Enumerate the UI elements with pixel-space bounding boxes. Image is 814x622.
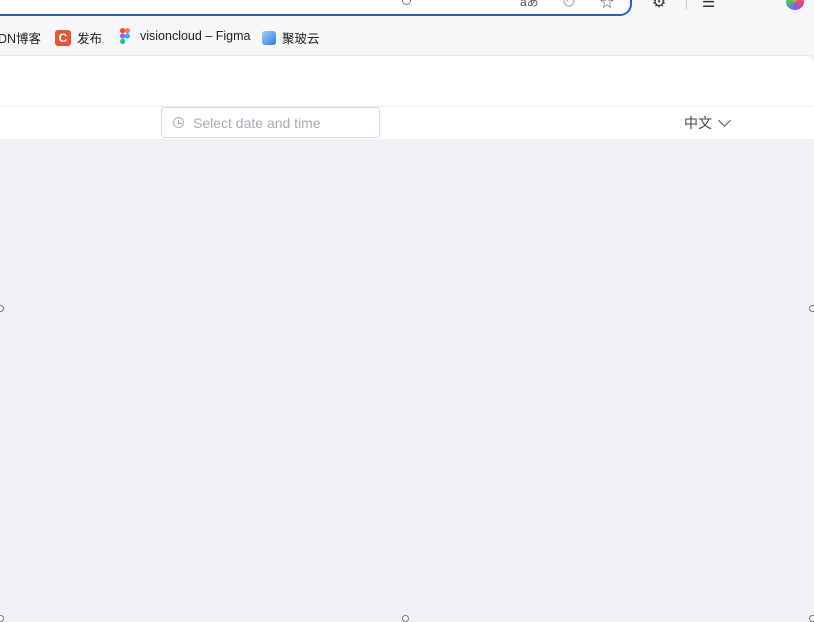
bookmark-item-figma[interactable]: visioncloud – Figma bbox=[117, 28, 250, 44]
language-label: 中文 bbox=[684, 115, 712, 131]
refresh-icon[interactable]: ↻ bbox=[561, 0, 576, 13]
bookmark-label: DN博客 bbox=[0, 32, 42, 46]
clock-icon bbox=[173, 117, 184, 128]
csdn-c-icon: C bbox=[55, 29, 71, 46]
chevron-down-icon bbox=[718, 114, 731, 127]
main-content bbox=[0, 138, 814, 620]
bookmark-label: 聚玻云 bbox=[282, 32, 320, 46]
language-selector[interactable]: 中文 bbox=[684, 113, 731, 133]
datetime-picker[interactable]: Select date and time bbox=[161, 107, 380, 138]
bookmark-item-csdn-blog[interactable]: DN博客 bbox=[0, 28, 41, 47]
toolbar-divider bbox=[686, 0, 687, 10]
bookmarks-bar: DN博客 C 发布 visioncloud – Figma 聚玻云 bbox=[0, 24, 814, 50]
datetime-placeholder: Select date and time bbox=[193, 114, 321, 131]
read-aloud-icon[interactable]: aあ bbox=[520, 0, 539, 10]
resize-handle-bottom-left[interactable] bbox=[0, 615, 4, 622]
bookmark-label: visioncloud – Figma bbox=[140, 29, 251, 43]
figma-icon bbox=[120, 28, 130, 44]
cloud-icon bbox=[262, 30, 276, 45]
resize-handle-right[interactable] bbox=[809, 305, 814, 312]
favorite-star-icon[interactable]: ☆ bbox=[599, 0, 615, 13]
resize-handle-bottom-right[interactable] bbox=[809, 615, 814, 622]
more-menu-icon[interactable]: ··· bbox=[746, 0, 762, 8]
collections-icon[interactable]: ☰ bbox=[702, 0, 715, 11]
bookmark-item-publish[interactable]: C 发布 bbox=[55, 28, 102, 47]
copilot-icon[interactable] bbox=[786, 0, 804, 10]
bookmark-label: 发布 bbox=[77, 32, 103, 46]
page-header bbox=[0, 55, 814, 107]
resize-handle-bottom[interactable] bbox=[402, 615, 409, 622]
address-resize-handle-icon bbox=[402, 0, 411, 5]
extensions-icon[interactable]: ⚙ bbox=[652, 0, 666, 12]
bookmark-item-jubo-cloud[interactable]: 聚玻云 bbox=[262, 28, 320, 47]
browser-chrome: aあ ↻ ☆ ⚙ ☰ ··· DN博客 C 发布 visioncloud – F… bbox=[0, 0, 814, 55]
